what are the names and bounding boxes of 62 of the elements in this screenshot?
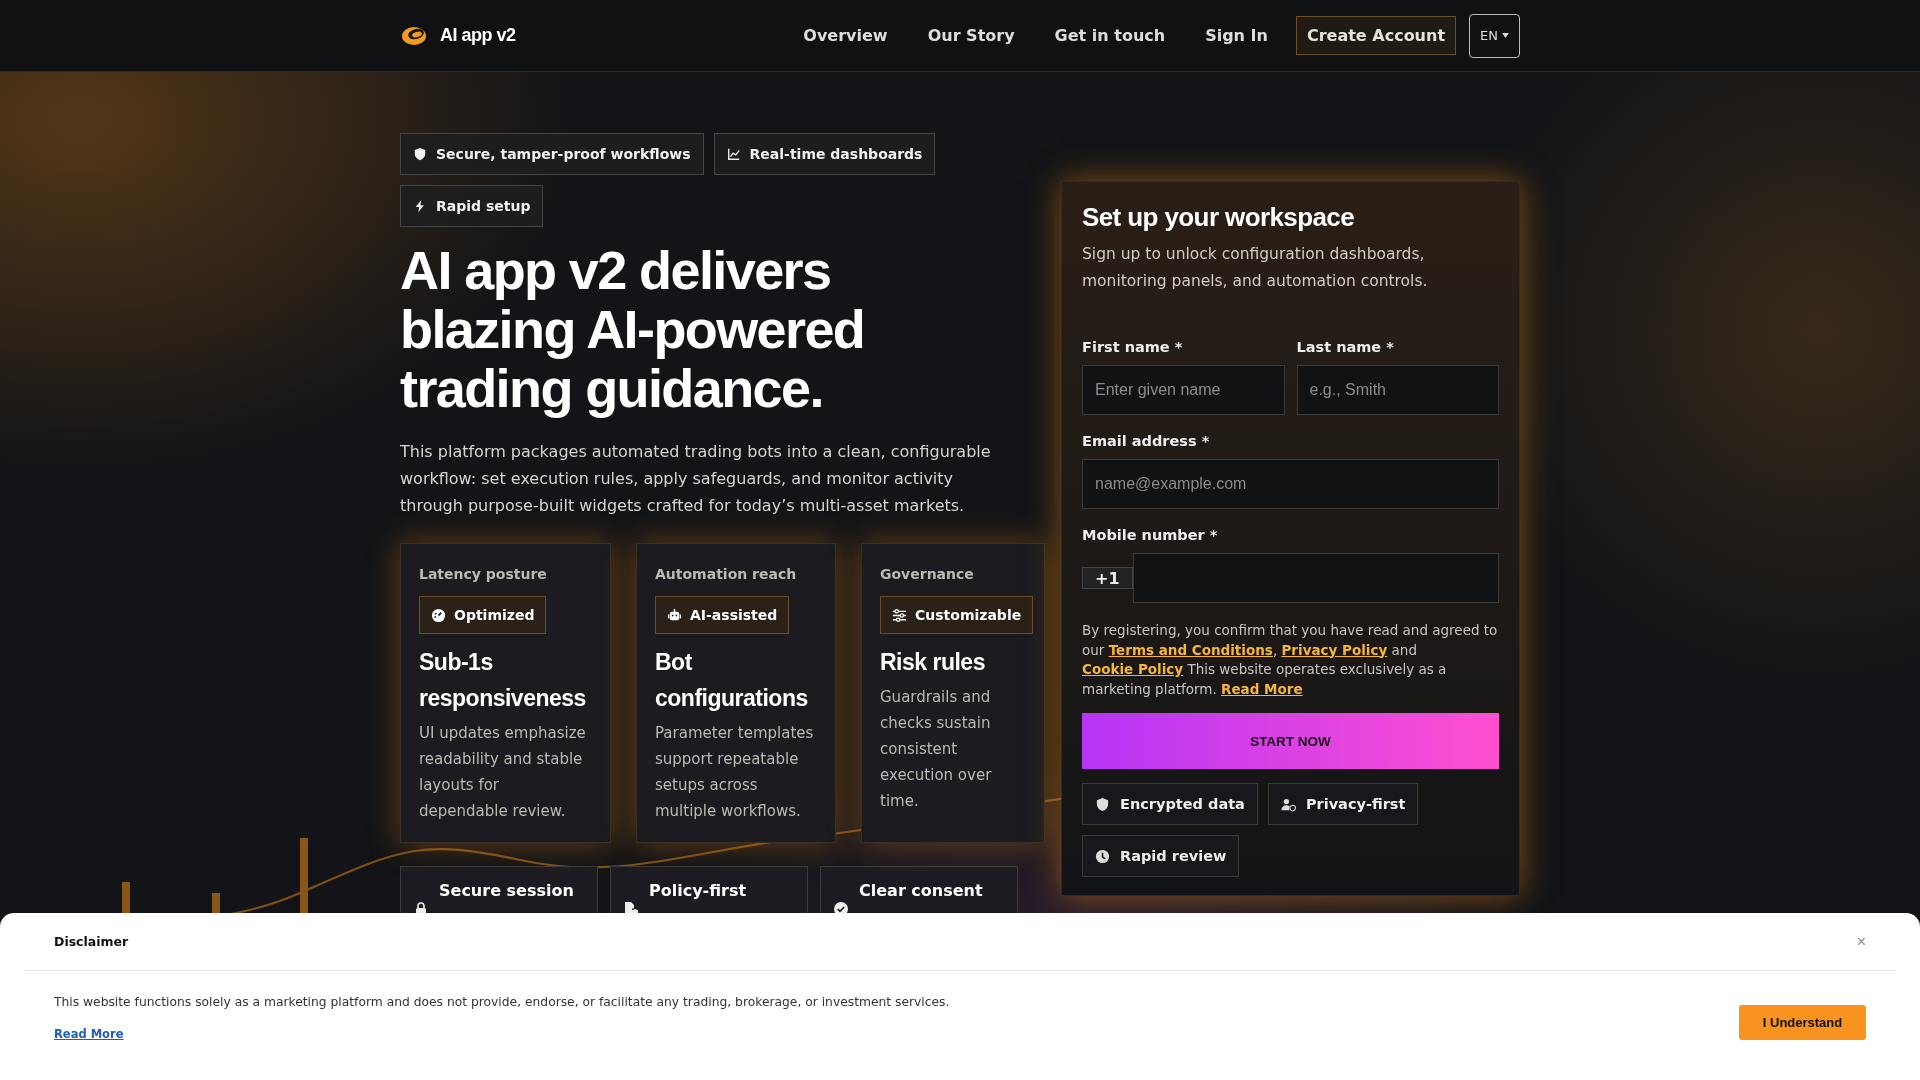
policy-link[interactable]: Terms and Conditions xyxy=(1108,641,1273,658)
disclaimer-text: This website functions solely as a marketing platform and does not provide, endorse, or facilitate any trading, brokerage, or investment services. xyxy=(54,995,950,1009)
form-subtitle: Sign up to unlock configuration dashboards, monitoring panels, and automation controls. xyxy=(1082,244,1429,292)
card-text: Guardrails and checks sustain consistent execution over time. xyxy=(880,687,993,812)
tag-label: AI-assisted xyxy=(690,607,778,623)
card-title: Bot configurations xyxy=(655,648,809,713)
hero-description: This platform packages automated trading bots into a clean, configurable workflow: set execution rules, apply safeguards, and monitor activity through purpose-built widgets crafted for today’s multi-asset markets. xyxy=(400,441,992,517)
hero-headline: AI app v2 delivers blazing AI-powered trading guidance. xyxy=(400,241,866,418)
feature-title: Policy-first xyxy=(649,881,747,900)
gauge-icon xyxy=(431,607,446,623)
country-code-selector[interactable]: +1 xyxy=(1082,567,1133,589)
consent-text: By registering, you confirm that you have read and agreed to our Terms and Conditions, Privacy Policy and Cookie Policy This website operates exclusively as a marketing platform. Read More xyxy=(1082,621,1499,699)
language-selector[interactable]: EN xyxy=(1469,13,1520,58)
shield-icon xyxy=(413,147,427,161)
card-text: UI updates emphasize readability and stable layouts for dependable review. xyxy=(419,723,587,822)
card-title: Sub-1s responsiveness xyxy=(419,648,587,713)
nav-link[interactable]: Our Story xyxy=(907,26,1035,45)
nav-link[interactable]: Overview xyxy=(783,26,908,45)
caret-icon xyxy=(1502,33,1509,38)
line-chart-icon xyxy=(726,147,741,161)
mobile-number-field[interactable] xyxy=(1132,553,1499,603)
badge-label: Secure, tamper-proof workflows xyxy=(436,146,691,162)
card-eyebrow: Latency posture xyxy=(419,566,548,582)
card-title: Risk rules xyxy=(880,648,986,677)
lightning-icon xyxy=(413,199,427,213)
policy-link[interactable]: Privacy Policy xyxy=(1281,641,1388,658)
policy-link[interactable]: Read More xyxy=(1221,680,1303,697)
sliders-icon xyxy=(892,607,907,623)
feature-title: Secure session xyxy=(439,881,574,900)
nav-link[interactable]: Get in touch xyxy=(1034,26,1186,45)
clock-icon xyxy=(1095,848,1110,864)
field-label: Email address * xyxy=(1082,433,1211,449)
field-label: Mobile number * xyxy=(1082,527,1219,543)
robot-icon xyxy=(667,607,682,623)
field-label: First name * xyxy=(1082,339,1184,355)
trust-label: Encrypted data xyxy=(1120,796,1245,812)
tag-label: Optimized xyxy=(454,607,535,623)
create-account-button[interactable]: Create Account xyxy=(1295,16,1457,55)
read-more-link[interactable]: Read More xyxy=(54,1027,124,1041)
trust-label: Rapid review xyxy=(1120,848,1227,864)
field-label: Last name * xyxy=(1296,339,1395,355)
card-eyebrow: Automation reach xyxy=(655,566,798,582)
card-eyebrow: Governance xyxy=(880,566,975,582)
badge-label: Real-time dashboards xyxy=(749,146,923,162)
i-understand-button[interactable]: I Understand xyxy=(1739,1005,1866,1040)
form-title: Set up your workspace xyxy=(1082,202,1356,233)
card-text: Parameter templates support repeatable setups across multiple workflows. xyxy=(655,723,815,822)
feature-title: Clear consent xyxy=(859,881,983,900)
policy-link[interactable]: Cookie Policy xyxy=(1082,661,1184,677)
disclaimer-title: Disclaimer xyxy=(54,934,129,949)
nav-link[interactable]: Sign In xyxy=(1185,26,1288,45)
last-name-field[interactable]: e.g., Smith xyxy=(1296,365,1499,415)
close-button[interactable]: × xyxy=(1856,932,1866,951)
shield-icon xyxy=(1095,796,1110,812)
user-shield-icon xyxy=(1280,796,1296,812)
brand-name[interactable]: AI app v2 xyxy=(440,25,516,46)
tag-label: Customizable xyxy=(915,607,1022,623)
start-now-button[interactable]: START NOW xyxy=(1082,713,1499,769)
badge-label: Rapid setup xyxy=(436,198,531,214)
first-name-field[interactable]: Enter given name xyxy=(1082,365,1285,415)
email-field[interactable]: name@example.com xyxy=(1082,459,1499,509)
trust-label: Privacy-first xyxy=(1305,796,1406,812)
